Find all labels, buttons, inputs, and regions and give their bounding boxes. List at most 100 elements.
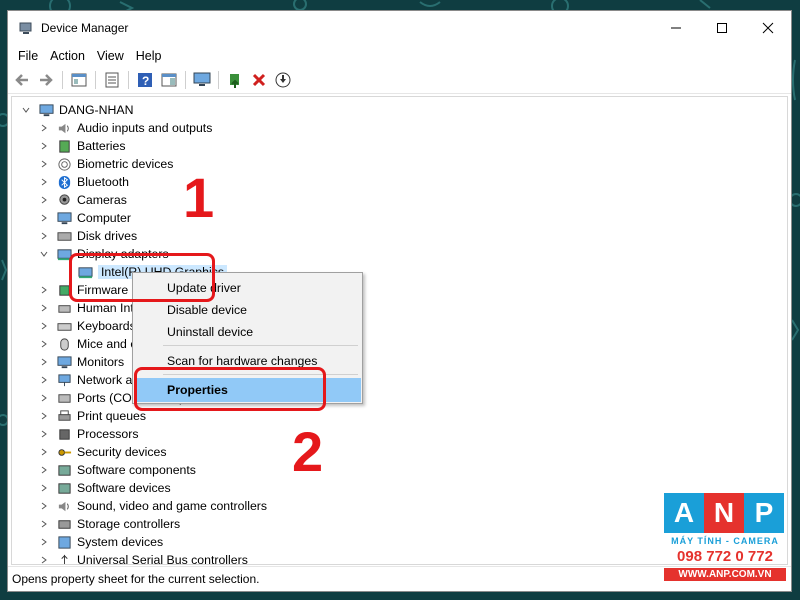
- menu-item-uninstall-device[interactable]: Uninstall device: [134, 321, 361, 343]
- tree-item-label: Software components: [77, 463, 196, 477]
- tree-item-category[interactable]: Batteries: [38, 137, 126, 155]
- tree-item-label: Disk drives: [77, 229, 138, 243]
- device-list-icon[interactable]: [102, 70, 122, 90]
- menu-file[interactable]: File: [12, 49, 44, 63]
- printer-icon: [56, 408, 72, 424]
- tree-item-category[interactable]: Computer: [38, 209, 131, 227]
- tree-item-category[interactable]: Software components: [38, 461, 196, 479]
- device-manager-icon: [19, 22, 32, 34]
- svg-text:?: ?: [142, 74, 149, 88]
- tree-item-category[interactable]: Sound, video and game controllers: [38, 497, 267, 515]
- tree-item-label: Bluetooth: [77, 175, 129, 189]
- minimize-button[interactable]: [653, 11, 699, 45]
- expand-chevron-icon[interactable]: [38, 464, 50, 476]
- tree-item-category[interactable]: Storage controllers: [38, 515, 180, 533]
- tree-item-label: Print queues: [77, 409, 147, 423]
- expand-chevron-icon[interactable]: [38, 410, 50, 422]
- expand-chevron-icon[interactable]: [38, 518, 50, 530]
- tree-item-label: Processors: [77, 427, 139, 441]
- uninstall-icon[interactable]: [249, 70, 269, 90]
- tree-item-label: Monitors: [77, 355, 125, 369]
- update-driver-icon[interactable]: [225, 70, 245, 90]
- tree-item-category[interactable]: Biometric devices: [38, 155, 173, 173]
- forward-icon[interactable]: [36, 70, 56, 90]
- software-icon: [56, 462, 72, 478]
- software-icon: [56, 480, 72, 496]
- menu-action[interactable]: Action: [44, 49, 91, 63]
- tree-item-category[interactable]: Disk drives: [38, 227, 137, 245]
- expand-chevron-icon[interactable]: [38, 194, 50, 206]
- expand-chevron-icon[interactable]: [38, 320, 50, 332]
- tree-item-label: Network ad: [77, 373, 140, 387]
- tree-item-category[interactable]: Network ad: [38, 371, 139, 389]
- tree-item-label: Biometric devices: [77, 157, 174, 171]
- menu-separator: [163, 345, 358, 346]
- tree-item-label: DANG-NHAN: [59, 103, 134, 117]
- status-text: Opens property sheet for the current sel…: [12, 572, 260, 586]
- properties-pane-icon[interactable]: [69, 70, 89, 90]
- expand-chevron-icon[interactable]: [38, 338, 50, 350]
- tree-item-category[interactable]: Software devices: [38, 479, 171, 497]
- step-number-1: 1: [183, 166, 215, 229]
- expand-chevron-icon[interactable]: [38, 500, 50, 512]
- menu-help[interactable]: Help: [130, 49, 168, 63]
- tree-item-label: Mice and o: [77, 337, 138, 351]
- expand-chevron-icon[interactable]: [38, 212, 50, 224]
- keyboard-icon: [56, 318, 72, 334]
- tree-item-category[interactable]: Processors: [38, 425, 139, 443]
- toolbar-separator: [185, 71, 186, 89]
- tree-item-category[interactable]: Monitors: [38, 353, 124, 371]
- expand-chevron-icon[interactable]: [38, 446, 50, 458]
- expand-chevron-icon[interactable]: [38, 374, 50, 386]
- tree-item-category[interactable]: Audio inputs and outputs: [38, 119, 212, 137]
- tree-item-category[interactable]: Keyboards: [38, 317, 136, 335]
- usb-icon: [56, 552, 72, 564]
- expand-chevron-icon[interactable]: [38, 284, 50, 296]
- tree-item-category[interactable]: Print queues: [38, 407, 146, 425]
- menu-view[interactable]: View: [91, 49, 130, 63]
- back-icon[interactable]: [12, 70, 32, 90]
- network-icon: [56, 372, 72, 388]
- tree-item-category[interactable]: Cameras: [38, 191, 127, 209]
- download-icon[interactable]: [273, 70, 293, 90]
- maximize-button[interactable]: [699, 11, 745, 45]
- view-icon[interactable]: [159, 70, 179, 90]
- expand-chevron-icon[interactable]: [38, 356, 50, 368]
- tree-item-label: Storage controllers: [77, 517, 181, 531]
- tree-item-category[interactable]: Mice and o: [38, 335, 137, 353]
- expand-chevron-icon[interactable]: [38, 158, 50, 170]
- logo-letter: N: [704, 493, 744, 533]
- expand-chevron-icon[interactable]: [38, 302, 50, 314]
- close-button[interactable]: [745, 11, 791, 45]
- disk-icon: [56, 228, 72, 244]
- step-number-2: 2: [292, 420, 324, 483]
- menu-item-disable-device[interactable]: Disable device: [134, 299, 361, 321]
- tree-root[interactable]: DANG-NHAN: [20, 101, 133, 119]
- title-bar: Device Manager: [8, 11, 791, 45]
- logo-letter: P: [744, 493, 784, 533]
- tree-item-category[interactable]: System devices: [38, 533, 163, 551]
- monitor-icon[interactable]: [192, 70, 212, 90]
- expand-chevron-icon[interactable]: [38, 428, 50, 440]
- collapse-chevron-icon[interactable]: [20, 104, 32, 116]
- tree-item-category[interactable]: Bluetooth: [38, 173, 129, 191]
- expand-chevron-icon[interactable]: [38, 554, 50, 564]
- tree-item-category[interactable]: Security devices: [38, 443, 167, 461]
- maximize-icon: [717, 23, 727, 33]
- logo-website: WWW.ANP.COM.VN: [664, 568, 786, 581]
- expand-chevron-icon[interactable]: [38, 140, 50, 152]
- port-icon: [56, 390, 72, 406]
- logo-letter: A: [664, 493, 704, 533]
- collapse-chevron-icon[interactable]: [38, 248, 50, 260]
- help-icon[interactable]: ?: [135, 70, 155, 90]
- expand-chevron-icon[interactable]: [38, 122, 50, 134]
- tree-item-category[interactable]: Universal Serial Bus controllers: [38, 551, 248, 564]
- expand-chevron-icon[interactable]: [38, 230, 50, 242]
- expand-chevron-icon[interactable]: [38, 176, 50, 188]
- expand-chevron-icon[interactable]: [38, 392, 50, 404]
- tree-item-label: Computer: [77, 211, 131, 225]
- expand-chevron-icon[interactable]: [38, 482, 50, 494]
- speaker-icon: [56, 120, 72, 136]
- expand-chevron-icon[interactable]: [38, 536, 50, 548]
- hid-icon: [56, 300, 72, 316]
